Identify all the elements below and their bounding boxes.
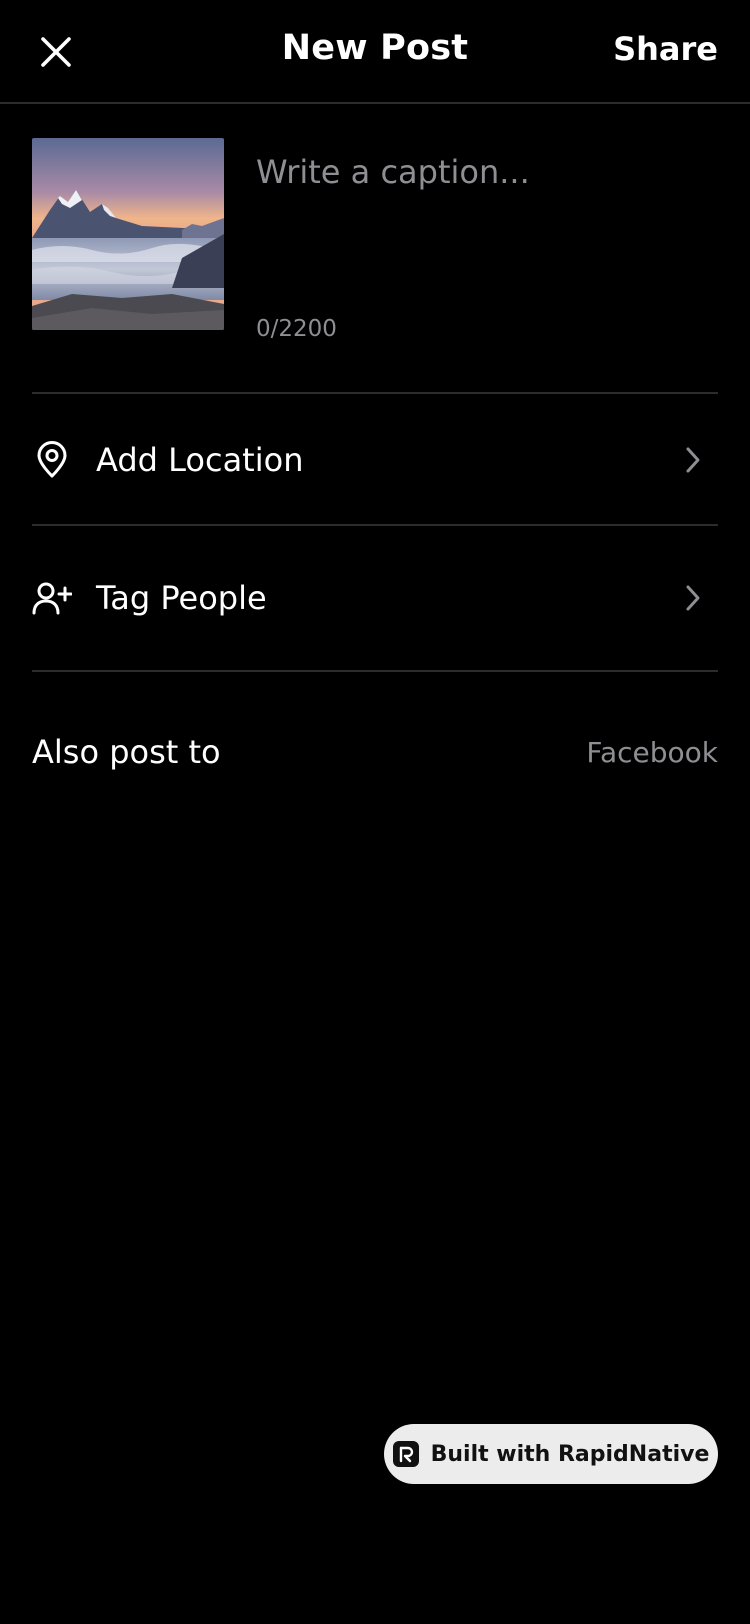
chevron-right-icon bbox=[678, 583, 708, 613]
post-composer: 0/2200 bbox=[32, 138, 718, 394]
user-plus-icon bbox=[32, 578, 72, 618]
rapidnative-logo-icon bbox=[392, 1441, 419, 1467]
location-pin-icon bbox=[32, 440, 72, 480]
post-thumbnail bbox=[32, 138, 224, 330]
also-post-to-row: Also post to Facebook bbox=[32, 722, 718, 782]
tag-people-row[interactable]: Tag People bbox=[32, 526, 718, 672]
tag-people-label: Tag People bbox=[96, 579, 267, 617]
built-with-label: Built with RapidNative bbox=[430, 1441, 710, 1467]
add-location-label: Add Location bbox=[96, 441, 304, 479]
mountain-photo-image bbox=[32, 138, 224, 330]
caption-input[interactable] bbox=[256, 138, 718, 202]
built-with-badge[interactable]: Built with RapidNative bbox=[384, 1424, 718, 1484]
also-post-to-label: Also post to bbox=[32, 733, 221, 771]
caption-char-count: 0/2200 bbox=[256, 316, 337, 342]
share-button[interactable]: Share bbox=[613, 30, 718, 68]
top-bar: New Post Share bbox=[0, 0, 750, 104]
facebook-share-option[interactable]: Facebook bbox=[586, 736, 718, 769]
add-location-row[interactable]: Add Location bbox=[32, 396, 718, 526]
chevron-right-icon bbox=[678, 445, 708, 475]
